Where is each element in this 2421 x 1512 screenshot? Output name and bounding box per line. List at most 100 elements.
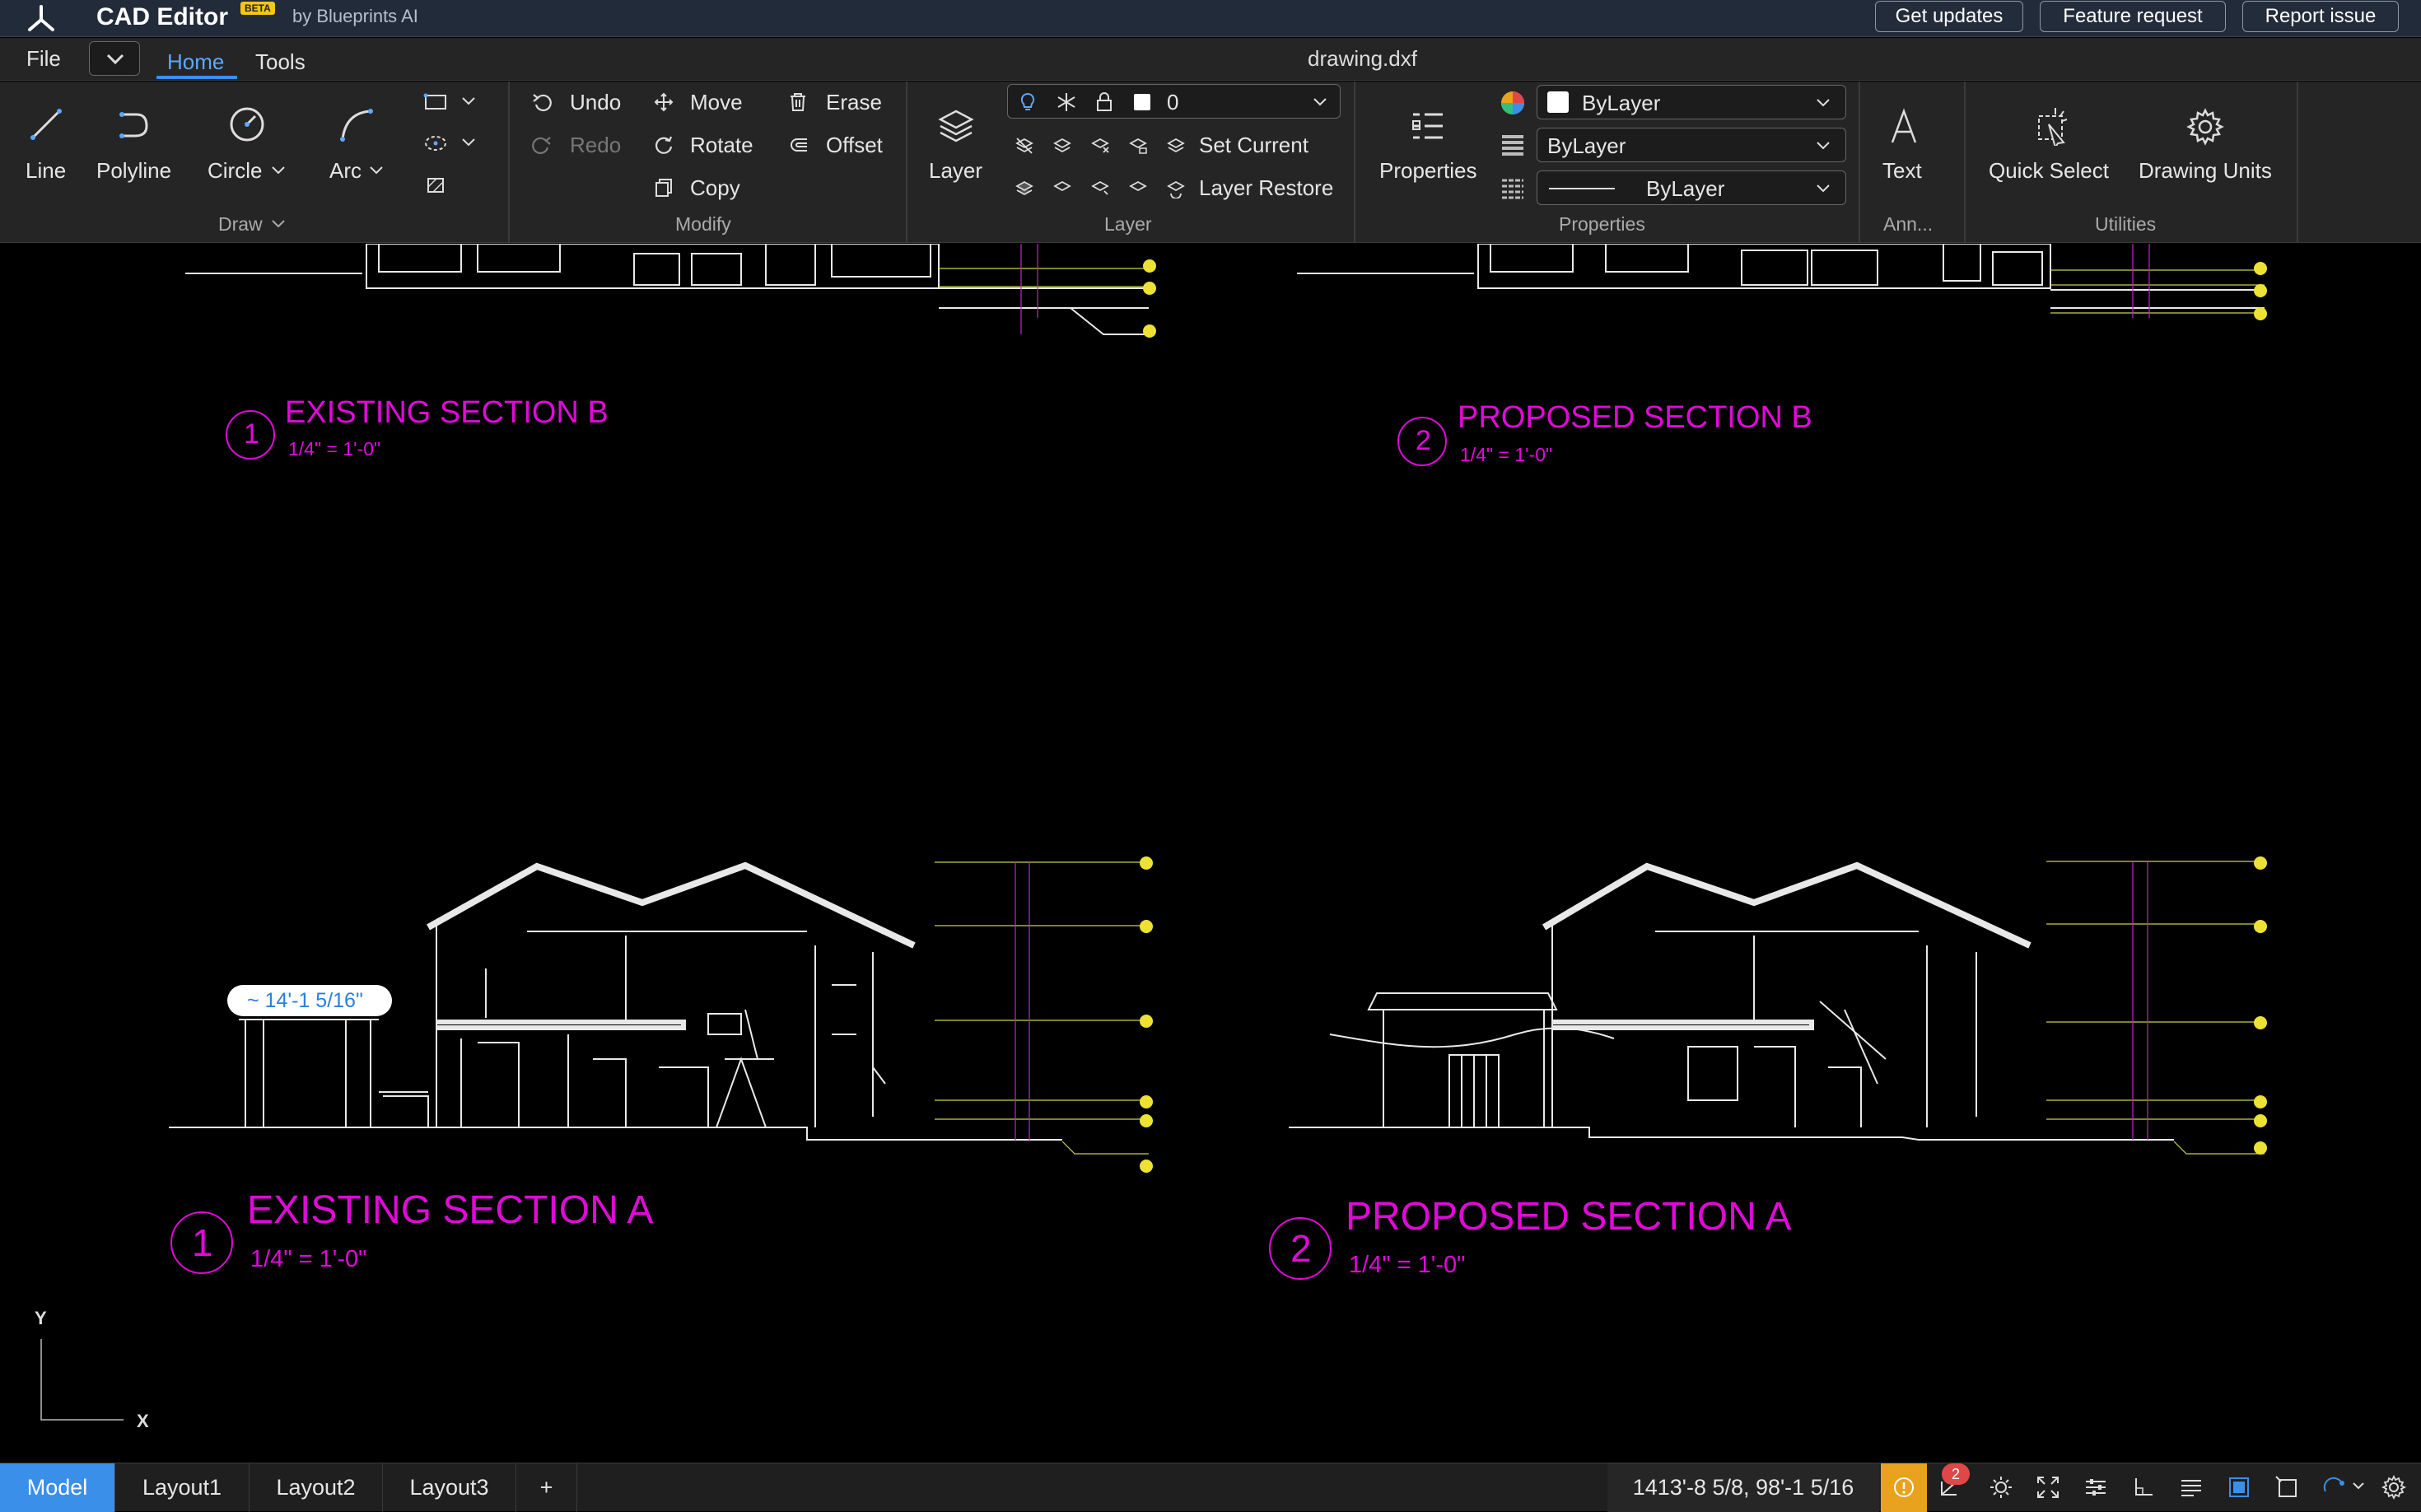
quick-select-icon[interactable]: [2031, 105, 2072, 146]
layer-lock-icon[interactable]: [1128, 136, 1148, 156]
color-swatch: [1547, 91, 1569, 113]
tab-tools[interactable]: Tools: [255, 49, 306, 75]
chevron-down-icon[interactable]: [461, 96, 476, 106]
tab-model[interactable]: Model: [0, 1463, 115, 1512]
offset-icon[interactable]: [787, 134, 809, 156]
chevron-down-icon: [1313, 98, 1327, 106]
layer-thaw-icon[interactable]: [1090, 179, 1110, 198]
ellipse-icon[interactable]: [423, 133, 448, 154]
ribbon-dropdown[interactable]: [89, 41, 140, 76]
get-updates-button[interactable]: Get updates: [1875, 1, 2023, 32]
chevron-down-icon[interactable]: [2352, 1482, 2365, 1491]
chevron-down-icon[interactable]: [461, 138, 476, 147]
annotation-group-label[interactable]: Ann...: [1883, 213, 1933, 236]
drawing-canvas[interactable]: 1 EXISTING SECTION B 1/4" = 1'-0" 2 PROP…: [0, 244, 2421, 1461]
layer-select[interactable]: 0: [1007, 84, 1341, 119]
tab-home[interactable]: Home: [167, 49, 224, 75]
text-button[interactable]: Text: [1882, 158, 1922, 184]
arc-icon[interactable]: [338, 106, 374, 142]
redo-button[interactable]: Redo: [570, 133, 621, 158]
measure-tooltip: ~ 14'-1 5/16": [227, 985, 392, 1016]
copy-icon[interactable]: [653, 177, 674, 198]
section-b-existing-number: 1: [244, 418, 259, 450]
layers-icon[interactable]: [937, 108, 975, 146]
chevron-down-icon[interactable]: [271, 219, 286, 229]
layer-unisolate-icon[interactable]: [1052, 179, 1072, 198]
grid-snap-icon[interactable]: [2227, 1475, 2251, 1500]
circle-button[interactable]: Circle: [208, 158, 262, 184]
layer-button[interactable]: Layer: [929, 158, 982, 184]
brightness-icon[interactable]: [1989, 1475, 2013, 1500]
lineweight-icon[interactable]: [1500, 133, 1526, 159]
color-select[interactable]: ByLayer: [1537, 85, 1846, 119]
polyline-icon[interactable]: [115, 106, 152, 142]
report-issue-button[interactable]: Report issue: [2242, 1, 2399, 32]
drawing-units-button[interactable]: Drawing Units: [2139, 158, 2272, 184]
lineweight-toggle-icon[interactable]: [2179, 1475, 2204, 1500]
hatch-icon[interactable]: [423, 175, 448, 196]
circle-icon[interactable]: [229, 106, 265, 142]
line-button[interactable]: Line: [26, 158, 66, 184]
lock-icon[interactable]: [1094, 91, 1115, 113]
redo-icon[interactable]: [531, 134, 553, 156]
layer-color-swatch: [1134, 94, 1150, 110]
properties-button[interactable]: Properties: [1379, 158, 1477, 184]
undo-icon[interactable]: [531, 91, 553, 113]
layer-unlock-icon[interactable]: [1128, 179, 1148, 198]
text-icon[interactable]: [1889, 108, 1919, 146]
fullscreen-icon[interactable]: [2036, 1475, 2060, 1500]
rotate-icon[interactable]: [653, 134, 674, 156]
rotate-button[interactable]: Rotate: [690, 133, 753, 158]
erase-button[interactable]: Erase: [826, 90, 882, 115]
layer-restore-button[interactable]: Layer Restore: [1199, 175, 1333, 201]
viewport-icon[interactable]: [2274, 1475, 2299, 1500]
add-layout-button[interactable]: +: [516, 1463, 577, 1512]
erase-icon[interactable]: [787, 91, 809, 113]
offset-button[interactable]: Offset: [826, 133, 883, 158]
lineweight-value: ByLayer: [1547, 133, 1626, 158]
gear-icon[interactable]: [2186, 108, 2224, 146]
feature-request-button[interactable]: Feature request: [2040, 1, 2226, 32]
chevron-down-icon[interactable]: [271, 166, 286, 175]
current-layer-name: 0: [1167, 90, 1179, 114]
layer-off-icon[interactable]: [1015, 136, 1034, 156]
undo-button[interactable]: Undo: [570, 90, 621, 115]
quick-select-button[interactable]: Quick Select: [1989, 158, 2109, 184]
tab-layout2[interactable]: Layout2: [250, 1463, 383, 1512]
warning-button[interactable]: [1881, 1463, 1927, 1512]
tab-layout3[interactable]: Layout3: [383, 1463, 516, 1512]
sliders-icon[interactable]: [2083, 1475, 2108, 1500]
linetype-select[interactable]: ByLayer: [1537, 170, 1846, 205]
modify-group-label: Modify: [675, 213, 731, 235]
linetype-icon[interactable]: [1500, 175, 1526, 202]
set-current-button[interactable]: Set Current: [1199, 133, 1308, 158]
draw-group-label[interactable]: Draw: [218, 213, 263, 236]
proposed-section-a-levels: [2046, 861, 2265, 1155]
set-current-icon[interactable]: [1166, 136, 1186, 156]
rectangle-icon[interactable]: [423, 91, 448, 113]
properties-icon[interactable]: [1410, 110, 1446, 146]
osnap-icon[interactable]: [2322, 1475, 2347, 1500]
move-button[interactable]: Move: [690, 90, 743, 115]
chevron-down-icon[interactable]: [369, 166, 384, 175]
layer-on-icon[interactable]: [1015, 179, 1034, 198]
arc-button[interactable]: Arc: [329, 158, 362, 184]
tab-layout1[interactable]: Layout1: [115, 1463, 250, 1512]
move-icon[interactable]: [653, 91, 674, 113]
settings-icon[interactable]: [2381, 1475, 2406, 1500]
layer-restore-icon[interactable]: [1166, 179, 1186, 198]
lightbulb-icon[interactable]: [1018, 91, 1038, 113]
line-icon[interactable]: [28, 106, 64, 142]
polyline-button[interactable]: Polyline: [96, 158, 171, 184]
snowflake-icon[interactable]: [1056, 91, 1077, 113]
cursor-coordinates: 1413'-8 5/8, 98'-1 5/16: [1607, 1463, 1879, 1512]
ortho-icon[interactable]: [2131, 1475, 2156, 1500]
layer-isolate-icon[interactable]: [1052, 136, 1072, 156]
color-wheel-icon[interactable]: [1500, 90, 1526, 116]
document-filename: drawing.dxf: [1308, 46, 1417, 71]
layer-freeze-icon[interactable]: [1090, 136, 1110, 156]
blueprints-logo-icon: [28, 5, 54, 31]
copy-button[interactable]: Copy: [690, 175, 740, 201]
lineweight-select[interactable]: ByLayer: [1537, 128, 1846, 162]
file-menu[interactable]: File: [26, 46, 61, 72]
